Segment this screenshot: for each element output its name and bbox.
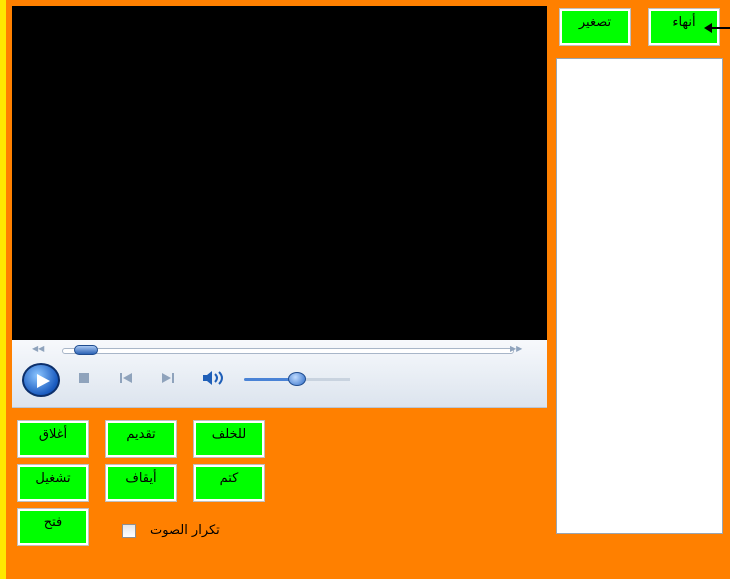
- seek-bar[interactable]: [62, 348, 514, 354]
- forward-label: تقديم: [126, 426, 156, 442]
- close-button[interactable]: أغلاق: [17, 420, 89, 458]
- repeat-option: تكرار الصوت: [122, 522, 262, 540]
- left-edge-stripe: [0, 0, 6, 579]
- backward-label: للخلف: [211, 426, 247, 442]
- minimize-label: تصغير: [578, 14, 612, 30]
- seek-back-icon[interactable]: ◀◀: [32, 344, 44, 353]
- previous-icon[interactable]: [119, 372, 133, 384]
- stop-label: أيقاف: [125, 470, 157, 486]
- volume-thumb[interactable]: [288, 372, 306, 386]
- stop-icon[interactable]: [78, 372, 90, 384]
- play-icon: [37, 374, 50, 388]
- minimize-button[interactable]: تصغير: [559, 8, 631, 46]
- play-label: تشغيل: [35, 470, 71, 486]
- play-text-button[interactable]: تشغيل: [17, 464, 89, 502]
- open-button[interactable]: فتح: [17, 508, 89, 546]
- video-display[interactable]: [12, 6, 547, 340]
- repeat-checkbox[interactable]: [122, 524, 136, 538]
- arrow-left-icon: [704, 23, 730, 33]
- exit-label: أنهاء: [672, 14, 696, 30]
- seek-thumb[interactable]: [73, 345, 98, 355]
- forward-button[interactable]: تقديم: [105, 420, 177, 458]
- mute-label: كتم: [219, 470, 239, 486]
- repeat-label: تكرار الصوت: [150, 523, 220, 538]
- media-controls: ◀◀ ▶▶: [12, 340, 547, 408]
- play-button[interactable]: [22, 363, 60, 397]
- next-icon[interactable]: [161, 372, 175, 384]
- seek-forward-icon[interactable]: ▶▶: [510, 344, 522, 353]
- backward-button[interactable]: للخلف: [193, 420, 265, 458]
- stop-text-button[interactable]: أيقاف: [105, 464, 177, 502]
- close-label: أغلاق: [38, 426, 68, 442]
- open-label: فتح: [43, 514, 63, 530]
- playlist-box[interactable]: [556, 58, 723, 534]
- mute-button[interactable]: كتم: [193, 464, 265, 502]
- volume-icon[interactable]: [202, 370, 228, 386]
